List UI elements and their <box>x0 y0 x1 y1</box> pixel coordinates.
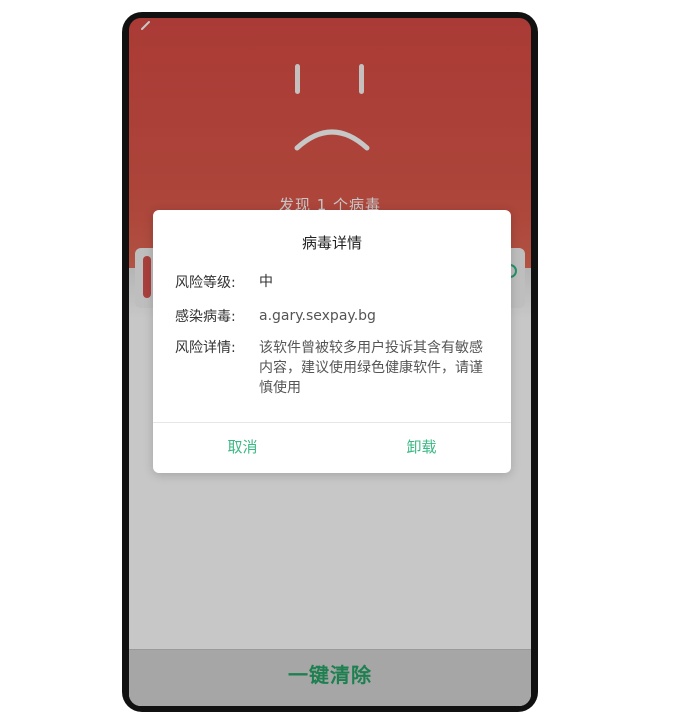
uninstall-button[interactable]: 卸载 <box>332 422 511 473</box>
risk-level-value: 中 <box>259 274 273 290</box>
dialog-title: 病毒详情 <box>301 234 362 252</box>
page: 发现 1 个病毒 一键清除 病毒详情 风险等级: 中 感染病毒: a.gary.… <box>0 0 694 724</box>
infected-virus-row: 感染病毒: a.gary.sexpay.bg <box>175 306 489 326</box>
cancel-button[interactable]: 取消 <box>153 422 332 473</box>
infected-virus-value: a.gary.sexpay.bg <box>259 308 376 324</box>
infected-virus-label: 感染病毒: <box>175 309 236 325</box>
risk-details-value: 该软件曾被较多用户投诉其含有敏感内容，建议使用绿色健康软件，请谨慎使用 <box>259 340 483 396</box>
risk-level-label: 风险等级: <box>175 275 236 291</box>
risk-details-label: 风险详情: <box>175 340 236 356</box>
risk-level-row: 风险等级: 中 <box>175 272 489 292</box>
virus-detail-dialog: 病毒详情 风险等级: 中 感染病毒: a.gary.sexpay.bg 风险详情… <box>153 210 511 473</box>
risk-details-row: 风险详情: 该软件曾被较多用户投诉其含有敏感内容，建议使用绿色健康软件，请谨慎使… <box>175 338 489 398</box>
